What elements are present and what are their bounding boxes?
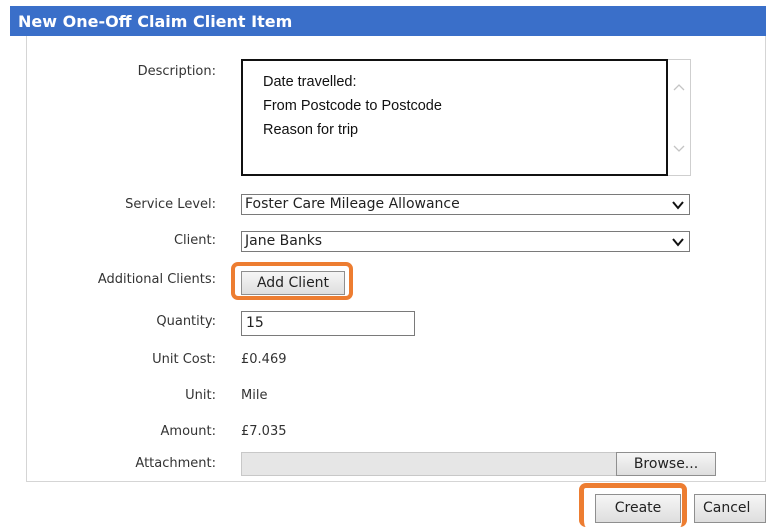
add-client-button[interactable]: Add Client	[241, 271, 345, 295]
amount-label: Amount:	[160, 424, 216, 439]
description-line: Date travelled:	[263, 74, 357, 90]
cancel-button[interactable]: Cancel	[694, 494, 766, 523]
chevron-down-icon	[672, 201, 684, 210]
quantity-input[interactable]: 15	[241, 311, 415, 336]
service-level-select[interactable]: Foster Care Mileage Allowance	[241, 194, 690, 215]
additional-clients-label: Additional Clients:	[97, 272, 216, 287]
unit-cost-label: Unit Cost:	[152, 352, 216, 367]
browse-button[interactable]: Browse...	[616, 452, 716, 476]
attachment-label: Attachment:	[135, 456, 216, 471]
scroll-up-icon[interactable]	[673, 82, 685, 94]
description-textarea[interactable]: Date travelled: From Postcode to Postcod…	[241, 59, 668, 176]
service-level-value: Foster Care Mileage Allowance	[245, 196, 460, 212]
description-line: Reason for trip	[263, 122, 359, 138]
client-label: Client:	[173, 233, 216, 248]
client-select[interactable]: Jane Banks	[241, 231, 690, 252]
description-label: Description:	[137, 64, 216, 79]
client-value: Jane Banks	[245, 233, 323, 249]
service-level-label: Service Level:	[125, 197, 216, 212]
description-line: From Postcode to Postcode	[263, 98, 442, 114]
attachment-field[interactable]	[241, 452, 616, 476]
scroll-down-icon[interactable]	[673, 142, 685, 154]
unit-label: Unit:	[185, 388, 216, 403]
create-button[interactable]: Create	[595, 494, 681, 523]
amount-value: £7.035	[241, 424, 287, 439]
unit-cost-value: £0.469	[241, 352, 287, 367]
chevron-down-icon	[672, 238, 684, 247]
quantity-label: Quantity:	[156, 314, 216, 329]
description-scrollbar[interactable]	[668, 59, 691, 176]
dialog-title: New One-Off Claim Client Item	[10, 6, 766, 36]
unit-value: Mile	[241, 388, 268, 403]
